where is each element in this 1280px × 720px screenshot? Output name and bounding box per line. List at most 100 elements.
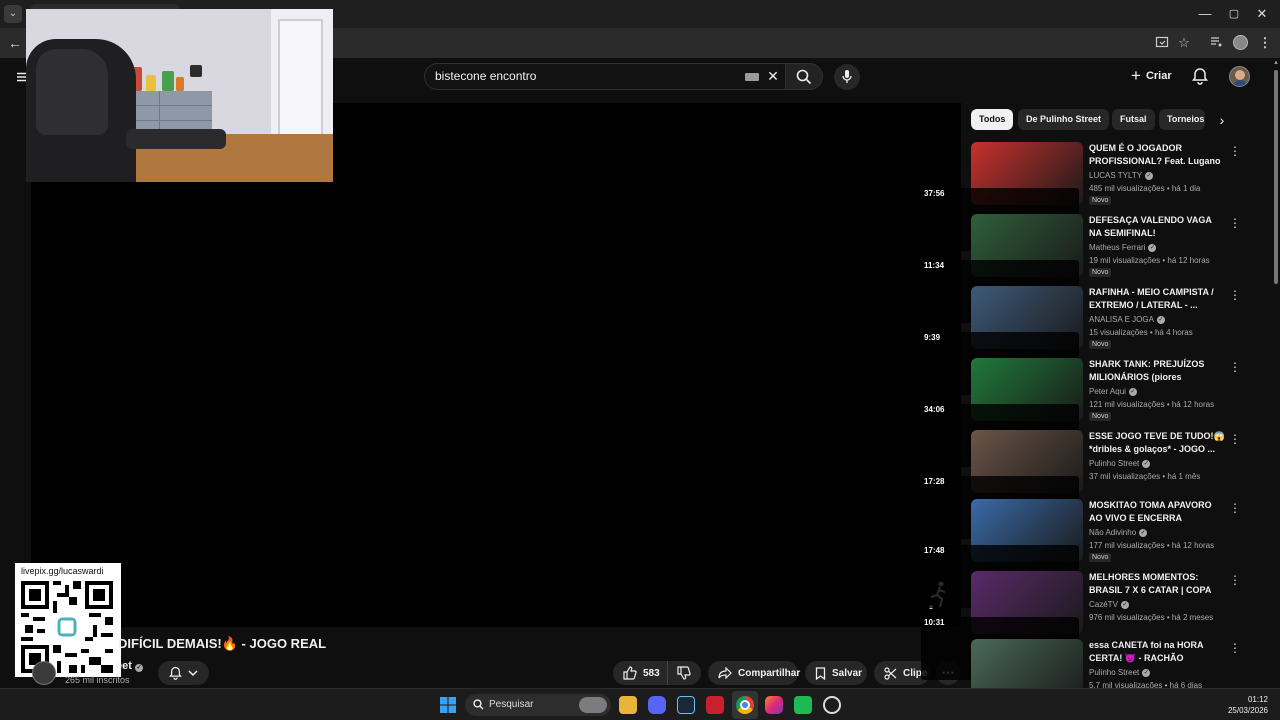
install-app-icon[interactable] xyxy=(1154,35,1170,51)
back-arrow-icon[interactable]: ← xyxy=(6,34,24,52)
recommendation-channel[interactable]: CazéTV ✓ xyxy=(1089,600,1129,609)
recommendation-channel[interactable]: Peter Aqui ✓ xyxy=(1089,387,1137,396)
account-avatar[interactable] xyxy=(1229,66,1250,87)
webcam-overlay xyxy=(26,9,333,182)
microphone-icon xyxy=(842,70,852,83)
dislike-button[interactable] xyxy=(667,661,701,685)
scroll-up-icon[interactable]: ▲ xyxy=(1273,60,1279,66)
page-scrollbar[interactable]: ▲ xyxy=(1272,58,1280,688)
chevron-down-icon xyxy=(188,670,198,677)
verified-icon: ✓ xyxy=(1156,315,1165,324)
chevron-right-icon[interactable]: › xyxy=(1212,110,1232,130)
notifications-bell-icon[interactable] xyxy=(1192,67,1208,85)
chip-de-pulinho-street[interactable]: De Pulinho Street xyxy=(1018,109,1110,130)
recommendation-meta: 485 mil visualizações • há 1 dia xyxy=(1089,184,1201,193)
recommendation-title[interactable]: essa CANETA foi na HORA CERTA! 😈 - RACHÃ… xyxy=(1089,639,1225,665)
recommendation-item[interactable]: 9:39 RAFINHA - MEIO CAMPISTA / EXTREMO / … xyxy=(921,286,1241,395)
more-options-icon[interactable]: ⋮ xyxy=(1229,288,1241,302)
bot-app-icon[interactable] xyxy=(794,696,812,714)
windows-start-icon[interactable] xyxy=(440,697,456,713)
recommendation-title[interactable]: QUEM É O JOGADOR PROFISSIONAL? Feat. Lug… xyxy=(1089,142,1225,168)
more-options-icon[interactable]: ⋮ xyxy=(1229,216,1241,230)
recommendation-channel[interactable]: Pulinho Street ✓ xyxy=(1089,459,1151,468)
file-explorer-icon[interactable] xyxy=(619,696,637,714)
create-button[interactable]: + Criar xyxy=(1131,66,1172,86)
subscriber-count: 265 mil inscritos xyxy=(65,675,130,685)
recommendation-item[interactable]: 11:34 DEFESAÇA VALENDO VAGA NA SEMIFINAL!… xyxy=(921,214,1241,323)
livepix-qr-overlay: livepix.gg/lucaswardi xyxy=(15,563,121,677)
chip-torneios[interactable]: Torneios xyxy=(1159,109,1205,130)
qr-url-text: livepix.gg/lucaswardi xyxy=(21,566,104,576)
like-button[interactable]: 583 xyxy=(613,661,667,685)
recommendation-channel[interactable]: Matheus Ferrari ✓ xyxy=(1089,243,1157,252)
recommendation-item[interactable]: 17:48 MOSKITAO TOMA APAVORO AO VIVO E ENC… xyxy=(921,499,1241,608)
recommendation-title[interactable]: MELHORES MOMENTOS: BRASIL 7 X 6 CATAR | … xyxy=(1089,571,1225,597)
news-app-icon[interactable] xyxy=(706,696,724,714)
close-window-button[interactable]: ✕ xyxy=(1252,6,1272,22)
maximize-button[interactable]: ▢ xyxy=(1224,6,1244,22)
more-options-icon[interactable]: ⋮ xyxy=(1229,432,1241,446)
more-options-icon[interactable]: ⋮ xyxy=(1229,641,1241,655)
verified-icon: ✓ xyxy=(134,664,143,672)
recommendation-meta: 976 mil visualizações • há 2 meses xyxy=(1089,613,1214,622)
new-badge: Novo xyxy=(1089,553,1112,562)
system-clock[interactable]: 01:12 25/03/2026 xyxy=(1228,694,1268,716)
recommendation-meta: 15 visualizações • há 4 horas xyxy=(1089,328,1193,337)
recommendation-channel[interactable]: ANALISA E JOGA ✓ xyxy=(1089,315,1165,324)
tab-search-chevron-icon[interactable]: ⌄ xyxy=(4,5,22,23)
search-icon xyxy=(473,699,484,710)
recommendation-title[interactable]: SHARK TANK: PREJUÍZOS MILIONÁRIOS (piore… xyxy=(1089,358,1225,384)
search-input[interactable]: bistecone encontro ✕ xyxy=(424,63,786,90)
recommendation-channel[interactable]: Não Adivinho ✓ xyxy=(1089,528,1148,537)
save-button[interactable]: Salvar xyxy=(805,661,867,685)
chip-futsal[interactable]: Futsal xyxy=(1112,109,1155,130)
channel-avatar[interactable] xyxy=(32,661,56,685)
recommendation-channel[interactable]: Pulinho Street ✓ xyxy=(1089,668,1151,677)
verified-icon: ✓ xyxy=(1142,668,1151,677)
recommendation-title[interactable]: DEFESAÇA VALENDO VAGA NA SEMIFINAL! xyxy=(1089,214,1225,240)
more-options-icon[interactable]: ⋮ xyxy=(1229,573,1241,587)
voice-search-button[interactable] xyxy=(834,64,860,90)
browser-menu-icon[interactable]: ⋮ xyxy=(1257,35,1273,51)
instagram-icon[interactable] xyxy=(765,696,783,714)
share-icon xyxy=(718,667,732,679)
search-icon xyxy=(796,69,812,85)
recommendation-item[interactable]: 10:31 MELHORES MOMENTOS: BRASIL 7 X 6 CAT… xyxy=(921,571,1241,680)
video-title: DIFÍCIL DEMAIS!🔥 - JOGO REAL xyxy=(118,636,327,651)
recommendation-meta: 121 mil visualizações • há 12 horas xyxy=(1089,400,1215,409)
minimize-button[interactable]: — xyxy=(1195,6,1215,22)
verified-icon: ✓ xyxy=(1139,528,1148,537)
subscription-bell-button[interactable] xyxy=(158,661,209,685)
clock-date: 25/03/2026 xyxy=(1227,706,1268,715)
recommendation-title[interactable]: ESSE JOGO TEVE DE TUDO!😱 *dribles & gola… xyxy=(1089,430,1225,456)
more-options-icon[interactable]: ⋮ xyxy=(1229,501,1241,515)
obs-icon[interactable] xyxy=(823,696,841,714)
media-control-icon[interactable] xyxy=(1208,35,1224,51)
recommendation-item[interactable]: 17:28 ESSE JOGO TEVE DE TUDO!😱 *dribles &… xyxy=(921,430,1241,539)
bookmark-star-icon[interactable]: ☆ xyxy=(1176,35,1192,51)
steam-icon[interactable] xyxy=(677,696,695,714)
profile-avatar-icon[interactable] xyxy=(1233,35,1248,50)
recommendation-item[interactable]: 37:56 QUEM É O JOGADOR PROFISSIONAL? Feat… xyxy=(921,142,1241,251)
scrollbar-thumb[interactable] xyxy=(1274,70,1278,284)
recommendation-title[interactable]: RAFINHA - MEIO CAMPISTA / EXTREMO / LATE… xyxy=(1089,286,1225,312)
share-button[interactable]: Compartilhar xyxy=(708,661,800,685)
url-bar[interactable] xyxy=(330,31,1280,55)
search-button[interactable] xyxy=(785,63,823,90)
discord-icon[interactable] xyxy=(648,696,666,714)
recommendation-title[interactable]: MOSKITAO TOMA APAVORO AO VIVO E ENCERRA … xyxy=(1089,499,1225,525)
keyboard-icon[interactable] xyxy=(745,73,759,81)
verified-icon: ✓ xyxy=(1148,243,1157,252)
more-options-icon[interactable]: ⋮ xyxy=(1229,144,1241,158)
taskbar-search-box[interactable]: Pesquisar xyxy=(465,694,611,716)
clear-search-icon[interactable]: ✕ xyxy=(765,68,781,84)
chip-todos[interactable]: Todos xyxy=(971,109,1014,130)
recommendation-meta: 177 mil visualizações • há 12 horas xyxy=(1089,541,1215,550)
recommendation-channel[interactable]: LUCAS TYLTY ✓ xyxy=(1089,171,1154,180)
more-options-icon[interactable]: ⋮ xyxy=(1229,360,1241,374)
channel-name[interactable]: eet ✓ xyxy=(116,660,143,672)
recommendation-item[interactable]: 34:06 SHARK TANK: PREJUÍZOS MILIONÁRIOS (… xyxy=(921,358,1241,467)
verified-icon: ✓ xyxy=(1145,171,1154,180)
verified-icon: ✓ xyxy=(1120,600,1129,609)
bookmark-icon xyxy=(815,666,826,680)
